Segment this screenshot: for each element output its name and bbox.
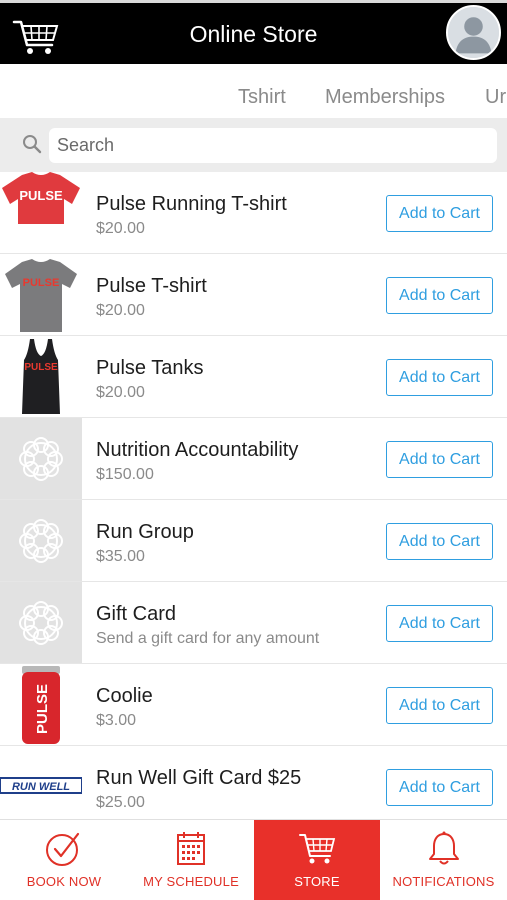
add-to-cart-button[interactable]: Add to Cart <box>386 687 493 724</box>
avatar[interactable] <box>446 5 501 60</box>
bottom-navigation: BOOK NOW MY SCHEDULE STORE NOTIFICATIONS <box>0 819 507 900</box>
product-thumbnail <box>0 582 82 663</box>
search-bar <box>0 118 507 172</box>
thumb-text: PULSE <box>34 684 51 734</box>
nav-notifications[interactable]: NOTIFICATIONS <box>380 820 507 900</box>
product-name: Nutrition Accountability <box>96 439 299 461</box>
nav-my-schedule[interactable]: MY SCHEDULE <box>128 820 254 900</box>
product-name: Pulse Tanks <box>96 357 204 379</box>
user-avatar-icon <box>448 7 499 58</box>
placeholder-logo-icon <box>19 601 63 645</box>
nav-label: MY SCHEDULE <box>143 874 239 889</box>
nav-label: BOOK NOW <box>26 874 102 889</box>
list-item: PULSE Pulse T-shirt $20.00 Add to Cart <box>0 254 507 336</box>
nav-store[interactable]: STORE <box>254 820 380 900</box>
product-price: $150.00 <box>96 466 154 483</box>
product-thumbnail <box>0 418 82 499</box>
product-name: Gift Card <box>96 603 177 625</box>
product-name: Coolie <box>96 685 153 707</box>
cart-icon <box>299 834 336 864</box>
add-to-cart-button[interactable]: Add to Cart <box>386 359 493 396</box>
product-price: $20.00 <box>96 302 145 319</box>
bell-icon <box>428 831 459 865</box>
product-name: Pulse Running T-shirt <box>96 193 287 215</box>
add-to-cart-button[interactable]: Add to Cart <box>386 605 493 642</box>
list-item: RUN WELL Run Well Gift Card $25 $25.00 A… <box>0 746 507 817</box>
list-item: PULSE Coolie $3.00 Add to Cart <box>0 664 507 746</box>
product-price: $35.00 <box>96 548 145 565</box>
product-name: Pulse T-shirt <box>96 275 207 297</box>
product-price: $3.00 <box>96 712 137 729</box>
add-to-cart-button[interactable]: Add to Cart <box>386 523 493 560</box>
list-item: Nutrition Accountability $150.00 Add to … <box>0 418 507 500</box>
product-price: $20.00 <box>96 220 145 237</box>
product-description: Send a gift card for any amount <box>96 630 320 647</box>
nav-label: STORE <box>294 874 340 889</box>
black-tank-image: PULSE <box>0 336 82 417</box>
product-thumbnail: PULSE <box>0 254 82 335</box>
add-to-cart-button[interactable]: Add to Cart <box>386 195 493 232</box>
app-header: Online Store <box>0 0 507 64</box>
runwell-logo-image: RUN WELL <box>0 746 82 817</box>
product-price: $25.00 <box>96 794 145 811</box>
product-price: $20.00 <box>96 384 145 401</box>
product-name: Run Well Gift Card $25 <box>96 767 302 789</box>
calendar-icon <box>177 832 205 865</box>
category-tabs: Tshirt Memberships Ur <box>0 64 507 116</box>
add-to-cart-button[interactable]: Add to Cart <box>386 277 493 314</box>
product-thumbnail <box>0 500 82 581</box>
nav-label: NOTIFICATIONS <box>392 874 495 889</box>
list-item: Gift Card Send a gift card for any amoun… <box>0 582 507 664</box>
tab-memberships[interactable]: Memberships <box>325 86 445 109</box>
add-to-cart-button[interactable]: Add to Cart <box>386 441 493 478</box>
add-to-cart-button[interactable]: Add to Cart <box>386 769 493 806</box>
tab-partial[interactable]: Ur <box>485 86 506 109</box>
red-tshirt-image: PULSE <box>0 172 82 253</box>
thumb-text: PULSE <box>19 188 63 203</box>
product-thumbnail: RUN WELL <box>0 746 82 817</box>
list-item: PULSE Pulse Running T-shirt $20.00 Add t… <box>0 172 507 254</box>
check-circle-icon <box>46 832 80 866</box>
page-title: Online Store <box>189 21 318 47</box>
product-list: PULSE Pulse Running T-shirt $20.00 Add t… <box>0 172 507 817</box>
thumb-text: PULSE <box>23 277 60 289</box>
list-item: Run Group $35.00 Add to Cart <box>0 500 507 582</box>
product-name: Run Group <box>96 521 194 543</box>
placeholder-logo-icon <box>19 519 63 563</box>
product-thumbnail: PULSE <box>0 664 82 745</box>
product-thumbnail: PULSE <box>0 336 82 417</box>
product-thumbnail: PULSE <box>0 172 82 253</box>
nav-book-now[interactable]: BOOK NOW <box>0 820 128 900</box>
tab-tshirt[interactable]: Tshirt <box>238 86 286 109</box>
thumb-text: RUN WELL <box>12 781 70 793</box>
thumb-text: PULSE <box>24 362 58 373</box>
search-icon <box>23 135 42 154</box>
search-input[interactable] <box>49 128 497 163</box>
gray-tshirt-image: PULSE <box>0 254 82 335</box>
placeholder-logo-icon <box>19 437 63 481</box>
list-item: PULSE Pulse Tanks $20.00 Add to Cart <box>0 336 507 418</box>
red-koozie-image: PULSE <box>0 664 82 745</box>
